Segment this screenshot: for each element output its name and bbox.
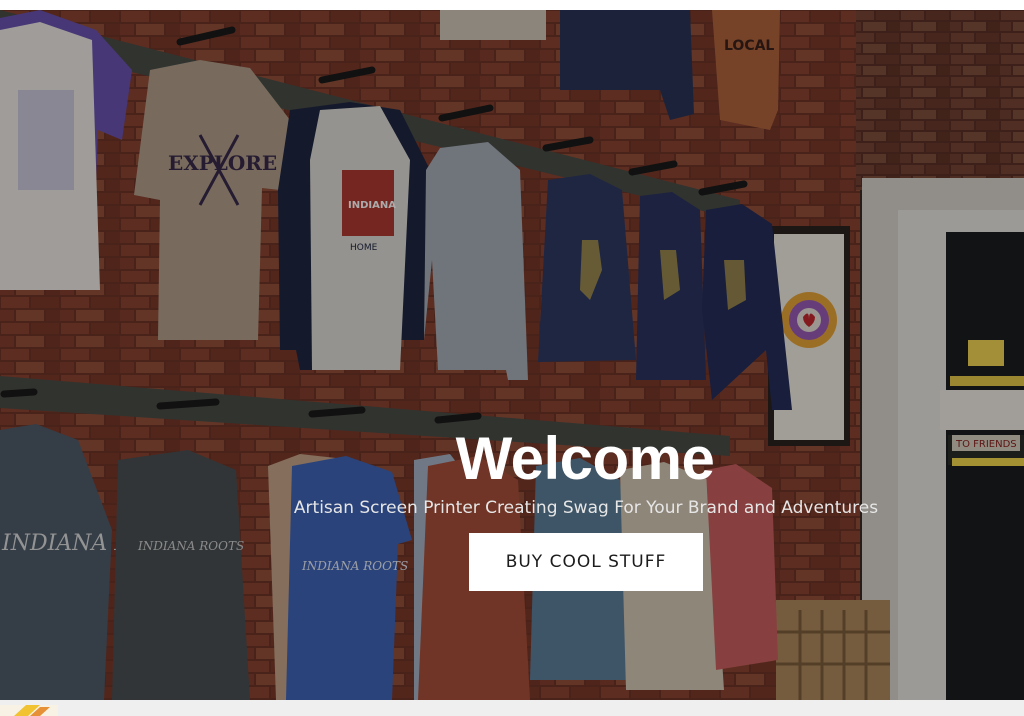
logo-icon	[0, 705, 58, 716]
top-strip	[0, 0, 1024, 10]
page: TO FRIENDS INDIANA HOME LOCAL INDIANA RO…	[0, 0, 1024, 716]
hero-content: Welcome Artisan Screen Printer Creating …	[0, 10, 1024, 700]
bottom-strip	[0, 700, 1024, 716]
buy-cool-stuff-button[interactable]: BUY COOL STUFF	[469, 533, 703, 591]
hero-subtitle: Artisan Screen Printer Creating Swag For…	[293, 498, 879, 518]
hero-banner: TO FRIENDS INDIANA HOME LOCAL INDIANA RO…	[0, 10, 1024, 700]
hero-title: Welcome	[455, 425, 715, 493]
